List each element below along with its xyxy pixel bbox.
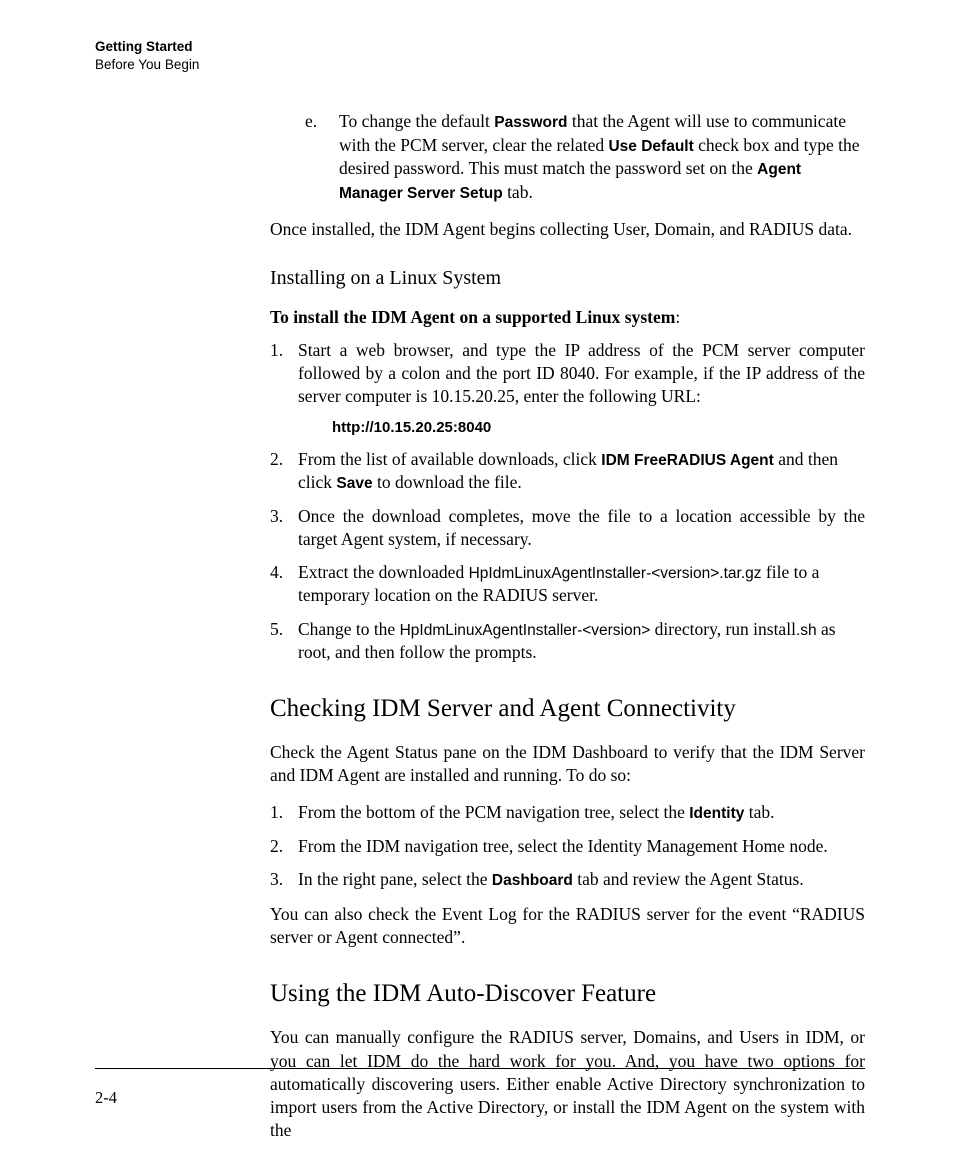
code-run: HpIdmLinuxAgentInstaller-<version>: [400, 622, 651, 639]
bold-run: IDM FreeRADIUS Agent: [601, 452, 774, 469]
list-item: 5. Change to the HpIdmLinuxAgentInstalle…: [270, 618, 865, 665]
list-marker: 4.: [270, 561, 298, 608]
list-body: From the list of available downloads, cl…: [298, 448, 865, 495]
list-body: Change to the HpIdmLinuxAgentInstaller-<…: [298, 618, 865, 665]
text-run: Extract the downloaded: [298, 562, 469, 582]
page-body: Getting Started Before You Begin e. To c…: [95, 38, 865, 1156]
main-content: e. To change the default Password that t…: [270, 110, 865, 1142]
text-run: From the bottom of the PCM navigation tr…: [298, 802, 689, 822]
code-run: HpIdmLinuxAgentInstaller-<version>.tar.g…: [469, 565, 762, 582]
list-marker: 2.: [270, 835, 298, 858]
text-run: To change the default: [339, 111, 494, 131]
paragraph: You can also check the Event Log for the…: [270, 903, 865, 949]
text-run: to download the file.: [373, 472, 522, 492]
heading-2: Using the IDM Auto-Discover Feature: [270, 977, 865, 1010]
text-run: Change to the: [298, 619, 400, 639]
paragraph: Check the Agent Status pane on the IDM D…: [270, 741, 865, 787]
list-item: 3. Once the download completes, move the…: [270, 505, 865, 551]
text-run: :: [675, 307, 680, 327]
subheading: Installing on a Linux System: [270, 265, 865, 291]
list-marker: e.: [305, 110, 339, 204]
list-item: 1. Start a web browser, and type the IP …: [270, 339, 865, 408]
text-run: tab.: [744, 802, 774, 822]
text-run: In the right pane, select the: [298, 869, 492, 889]
list-item: 2. From the list of available downloads,…: [270, 448, 865, 495]
list-marker: 3.: [270, 505, 298, 551]
list-body: Start a web browser, and type the IP add…: [298, 339, 865, 408]
list-item: 3. In the right pane, select the Dashboa…: [270, 868, 865, 891]
list-body: Once the download completes, move the fi…: [298, 505, 865, 551]
list-body: From the IDM navigation tree, select the…: [298, 835, 865, 858]
bold-run: Password: [494, 114, 567, 131]
running-header: Getting Started Before You Begin: [95, 38, 865, 74]
list-item: 4. Extract the downloaded HpIdmLinuxAgen…: [270, 561, 865, 608]
paragraph: You can manually configure the RADIUS se…: [270, 1026, 865, 1141]
list-item: 1. From the bottom of the PCM navigation…: [270, 801, 865, 824]
bold-run: Identity: [689, 805, 744, 822]
text-run: From the list of available downloads, cl…: [298, 449, 601, 469]
list-marker: 1.: [270, 339, 298, 408]
list-item: 2. From the IDM navigation tree, select …: [270, 835, 865, 858]
list-marker: 3.: [270, 868, 298, 891]
page-number: 2-4: [95, 1088, 117, 1108]
section-title: Before You Begin: [95, 56, 865, 74]
text-run: directory, run install: [650, 619, 796, 639]
bold-run: Save: [336, 475, 372, 492]
code-run: .sh: [796, 622, 817, 639]
list-marker: 2.: [270, 448, 298, 495]
list-body: To change the default Password that the …: [339, 110, 865, 204]
list-marker: 1.: [270, 801, 298, 824]
text-run: tab.: [503, 182, 533, 202]
list-body: Extract the downloaded HpIdmLinuxAgentIn…: [298, 561, 865, 608]
heading-2: Checking IDM Server and Agent Connectivi…: [270, 692, 865, 725]
bold-run: Dashboard: [492, 872, 573, 889]
footer-rule: [95, 1068, 865, 1069]
list-marker: 5.: [270, 618, 298, 665]
intro-line: To install the IDM Agent on a supported …: [270, 306, 865, 329]
code-line: http://10.15.20.25:8040: [332, 418, 865, 438]
bold-run: Use Default: [608, 138, 693, 155]
list-item: e. To change the default Password that t…: [305, 110, 865, 204]
list-body: From the bottom of the PCM navigation tr…: [298, 801, 865, 824]
paragraph: Once installed, the IDM Agent begins col…: [270, 218, 865, 241]
list-body: In the right pane, select the Dashboard …: [298, 868, 865, 891]
text-run: To install the IDM Agent on a supported …: [270, 307, 675, 327]
text-run: tab and review the Agent Status.: [573, 869, 804, 889]
chapter-title: Getting Started: [95, 38, 865, 56]
